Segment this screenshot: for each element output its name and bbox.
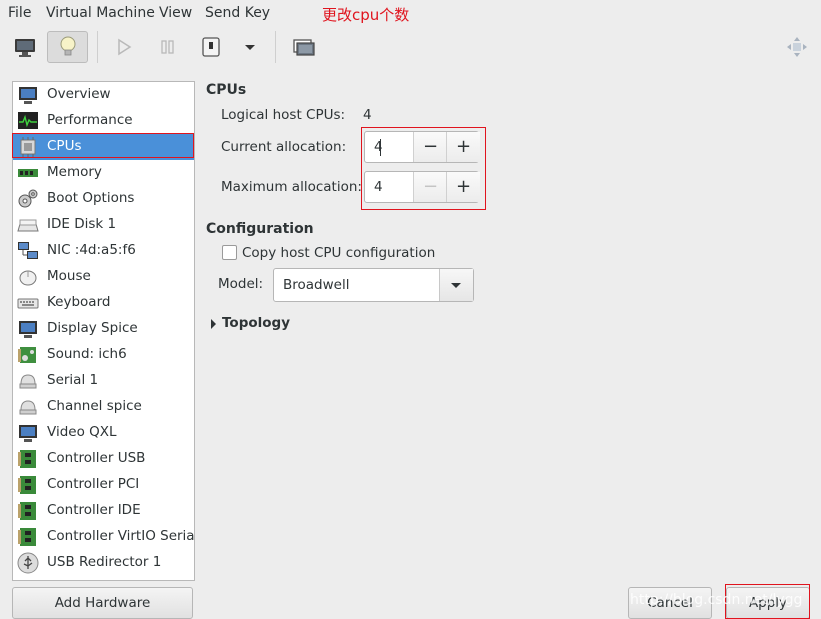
cpus-section-title: CPUs bbox=[206, 82, 247, 98]
shutdown-button[interactable] bbox=[195, 31, 227, 63]
expander-arrow-icon bbox=[211, 319, 216, 329]
controller-icon bbox=[18, 476, 36, 494]
maximum-allocation-input[interactable]: 4 bbox=[374, 179, 383, 195]
video-icon bbox=[19, 425, 37, 442]
mouse-icon bbox=[19, 270, 37, 286]
current-allocation-spinner[interactable]: 4 − + bbox=[364, 131, 480, 163]
cpu-icon bbox=[20, 137, 36, 157]
sound-icon bbox=[18, 347, 36, 363]
sidebar-item-channel-spice[interactable]: Channel spice bbox=[13, 394, 194, 420]
keyboard-icon bbox=[17, 298, 39, 309]
dropdown-icon bbox=[245, 45, 255, 50]
pause-icon bbox=[161, 40, 174, 54]
text-cursor bbox=[380, 139, 381, 156]
hardware-list[interactable]: Overview Performance CPUs Memory Boot Op… bbox=[12, 81, 195, 581]
menubar: File Virtual Machine View Send Key 更改cpu… bbox=[0, 0, 821, 27]
topology-expander[interactable]: Topology bbox=[208, 315, 328, 333]
model-dropdown-button[interactable] bbox=[439, 269, 473, 301]
current-decrement-button[interactable]: − bbox=[413, 132, 447, 162]
sidebar-item-display-spice[interactable]: Display Spice bbox=[13, 316, 194, 342]
sidebar-item-video-qxl[interactable]: Video QXL bbox=[13, 420, 194, 446]
topology-label: Topology bbox=[222, 315, 290, 331]
sidebar-item-mouse[interactable]: Mouse bbox=[13, 264, 194, 290]
model-value[interactable]: Broadwell bbox=[283, 277, 349, 293]
sidebar-item-controller-ide[interactable]: Controller IDE bbox=[13, 498, 194, 524]
lightbulb-icon bbox=[60, 36, 76, 56]
controller-icon bbox=[18, 502, 36, 520]
menu-file[interactable]: File bbox=[8, 5, 31, 21]
usb-icon bbox=[17, 552, 39, 574]
console-view-button[interactable] bbox=[9, 31, 41, 63]
configuration-section-title: Configuration bbox=[206, 221, 314, 237]
minus-icon: − bbox=[422, 176, 439, 197]
sidebar-item-keyboard[interactable]: Keyboard bbox=[13, 290, 194, 316]
sidebar-item-usb-redirector[interactable]: USB Redirector 1 bbox=[13, 550, 194, 576]
copy-host-cpu-checkbox[interactable] bbox=[222, 245, 237, 260]
logical-host-cpus-value: 4 bbox=[363, 107, 372, 123]
controller-icon bbox=[18, 528, 36, 546]
sidebar-item-memory[interactable]: Memory bbox=[13, 160, 194, 186]
watermark-text: http://blog.csdn.net/lygg bbox=[630, 592, 803, 608]
fullscreen-icon bbox=[787, 37, 807, 57]
details-view-button[interactable] bbox=[47, 31, 88, 63]
current-allocation-input[interactable]: 4 bbox=[374, 139, 383, 155]
sidebar-item-controller-usb[interactable]: Controller USB bbox=[13, 446, 194, 472]
screenshot-button[interactable] bbox=[287, 31, 319, 63]
performance-icon bbox=[18, 112, 38, 129]
add-hardware-button[interactable]: Add Hardware bbox=[12, 587, 193, 619]
maximum-decrement-button[interactable]: − bbox=[413, 172, 447, 202]
serial-icon bbox=[19, 374, 37, 389]
fullscreen-button[interactable] bbox=[781, 31, 813, 63]
plus-icon: + bbox=[455, 176, 472, 197]
shutdown-menu-button[interactable] bbox=[234, 31, 266, 63]
sidebar-item-cpus[interactable]: CPUs bbox=[13, 134, 194, 160]
monitor-icon bbox=[15, 39, 35, 57]
gears-icon bbox=[18, 189, 38, 208]
sidebar-item-controller-virtio-serial[interactable]: Controller VirtIO Serial bbox=[13, 524, 194, 550]
chevron-down-icon bbox=[451, 283, 461, 288]
logical-host-cpus-label: Logical host CPUs: bbox=[221, 107, 346, 123]
sidebar-item-overview[interactable]: Overview bbox=[13, 82, 194, 108]
sidebar-item-serial[interactable]: Serial 1 bbox=[13, 368, 194, 394]
current-allocation-label: Current allocation: bbox=[221, 139, 347, 155]
model-combobox[interactable]: Broadwell bbox=[273, 268, 474, 302]
sidebar-item-nic[interactable]: NIC :4d:a5:f6 bbox=[13, 238, 194, 264]
sidebar-item-performance[interactable]: Performance bbox=[13, 108, 194, 134]
overview-icon bbox=[19, 87, 37, 104]
copy-host-cpu-label[interactable]: Copy host CPU configuration bbox=[242, 245, 435, 261]
plus-icon: + bbox=[455, 136, 472, 157]
play-icon bbox=[118, 38, 132, 56]
network-icon bbox=[18, 242, 38, 259]
toolbar-separator bbox=[97, 31, 98, 63]
screenshot-icon bbox=[293, 39, 315, 56]
memory-icon bbox=[18, 169, 38, 177]
sidebar-item-boot-options[interactable]: Boot Options bbox=[13, 186, 194, 212]
menu-view[interactable]: View bbox=[159, 5, 192, 21]
annotation-text: 更改cpu个数 bbox=[322, 6, 410, 24]
current-increment-button[interactable]: + bbox=[446, 132, 480, 162]
maximum-increment-button[interactable]: + bbox=[446, 172, 480, 202]
sidebar-item-ide-disk[interactable]: IDE Disk 1 bbox=[13, 212, 194, 238]
display-icon bbox=[19, 321, 37, 338]
toolbar-separator bbox=[275, 31, 276, 63]
maximum-allocation-spinner[interactable]: 4 − + bbox=[364, 171, 480, 203]
shutdown-icon bbox=[202, 37, 220, 57]
pause-button[interactable] bbox=[152, 31, 184, 63]
model-label: Model: bbox=[218, 276, 264, 292]
sidebar-item-sound[interactable]: Sound: ich6 bbox=[13, 342, 194, 368]
sidebar-item-controller-pci[interactable]: Controller PCI bbox=[13, 472, 194, 498]
channel-icon bbox=[19, 400, 37, 415]
controller-icon bbox=[18, 450, 36, 468]
menu-send-key[interactable]: Send Key bbox=[205, 5, 270, 21]
minus-icon: − bbox=[422, 136, 439, 157]
run-button[interactable] bbox=[108, 31, 140, 63]
disk-icon bbox=[17, 219, 39, 232]
maximum-allocation-label: Maximum allocation: bbox=[221, 179, 362, 195]
menu-virtual-machine[interactable]: Virtual Machine bbox=[46, 5, 155, 21]
